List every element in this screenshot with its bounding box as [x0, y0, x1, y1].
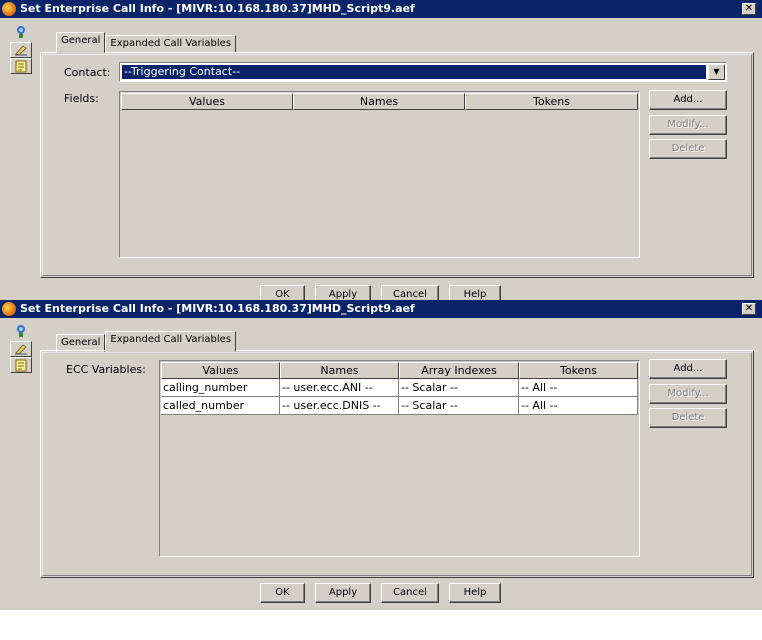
ok-button[interactable]: OK — [260, 285, 305, 300]
delete-button[interactable]: Delete — [649, 408, 727, 428]
column-header-names[interactable]: Names — [280, 362, 399, 379]
close-button[interactable]: ✕ — [742, 303, 756, 315]
designer-icon[interactable] — [10, 323, 32, 339]
column-header-tokens[interactable]: Tokens — [465, 93, 638, 110]
table-cell[interactable]: -- user.ecc.DNIS -- — [280, 397, 399, 415]
ecc-variables-table[interactable]: Values Names Array Indexes Tokens callin… — [159, 360, 640, 557]
tab-expanded-call-variables[interactable]: Expanded Call Variables — [105, 331, 237, 352]
notes-icon[interactable] — [10, 58, 32, 74]
app-icon — [2, 2, 16, 16]
title-bar[interactable]: Set Enterprise Call Info - [MIVR:10.168.… — [0, 0, 762, 18]
window-title: Set Enterprise Call Info - [MIVR:10.168.… — [20, 302, 415, 315]
help-button[interactable]: Help — [449, 285, 501, 300]
apply-button[interactable]: Apply — [315, 583, 371, 603]
edit-icon[interactable] — [10, 341, 32, 357]
close-button[interactable]: ✕ — [742, 3, 756, 15]
fields-label: Fields: — [64, 92, 99, 105]
dialog-general-tab: Set Enterprise Call Info - [MIVR:10.168.… — [0, 0, 762, 300]
app-icon — [2, 302, 16, 316]
add-button[interactable]: Add... — [649, 90, 727, 110]
ok-button[interactable]: OK — [260, 583, 305, 603]
modify-button[interactable]: Modify... — [649, 384, 727, 404]
designer-icon[interactable] — [10, 24, 32, 40]
apply-button[interactable]: Apply — [315, 285, 371, 300]
dialog-expanded-call-variables-tab: Set Enterprise Call Info - [MIVR:10.168.… — [0, 300, 762, 610]
edit-icon[interactable] — [10, 42, 32, 58]
column-header-values[interactable]: Values — [121, 93, 293, 110]
table-cell[interactable]: called_number — [161, 397, 280, 415]
notes-icon[interactable] — [10, 357, 32, 373]
column-header-tokens[interactable]: Tokens — [519, 362, 638, 379]
add-button[interactable]: Add... — [649, 359, 727, 379]
contact-label: Contact: — [64, 66, 111, 79]
tab-bar: General Expanded Call Variables — [56, 32, 237, 53]
table-cell[interactable]: -- Scalar -- — [399, 397, 519, 415]
ecc-variables-label: ECC Variables: — [66, 363, 146, 376]
tab-bar: General Expanded Call Variables — [56, 331, 237, 352]
table-cell[interactable]: -- All -- — [519, 397, 638, 415]
help-button[interactable]: Help — [449, 583, 501, 603]
column-header-names[interactable]: Names — [293, 93, 465, 110]
table-cell[interactable]: calling_number — [161, 379, 280, 397]
column-header-array-indexes[interactable]: Array Indexes — [399, 362, 519, 379]
cancel-button[interactable]: Cancel — [381, 285, 439, 300]
chevron-down-icon[interactable]: ▼ — [708, 64, 725, 80]
contact-selected-value: --Triggering Contact-- — [122, 65, 706, 79]
tab-general[interactable]: General — [56, 32, 106, 53]
tab-expanded-call-variables[interactable]: Expanded Call Variables — [105, 35, 237, 53]
table-cell[interactable]: -- user.ecc.ANI -- — [280, 379, 399, 397]
modify-button[interactable]: Modify... — [649, 115, 727, 135]
window-title: Set Enterprise Call Info - [MIVR:10.168.… — [20, 2, 415, 15]
cancel-button[interactable]: Cancel — [381, 583, 439, 603]
column-header-values[interactable]: Values — [161, 362, 280, 379]
title-bar[interactable]: Set Enterprise Call Info - [MIVR:10.168.… — [0, 300, 762, 318]
contact-select[interactable]: --Triggering Contact-- ▼ — [119, 62, 727, 82]
table-cell[interactable]: -- Scalar -- — [399, 379, 519, 397]
fields-table[interactable]: Values Names Tokens — [119, 91, 640, 258]
delete-button[interactable]: Delete — [649, 139, 727, 159]
table-cell[interactable]: -- All -- — [519, 379, 638, 397]
